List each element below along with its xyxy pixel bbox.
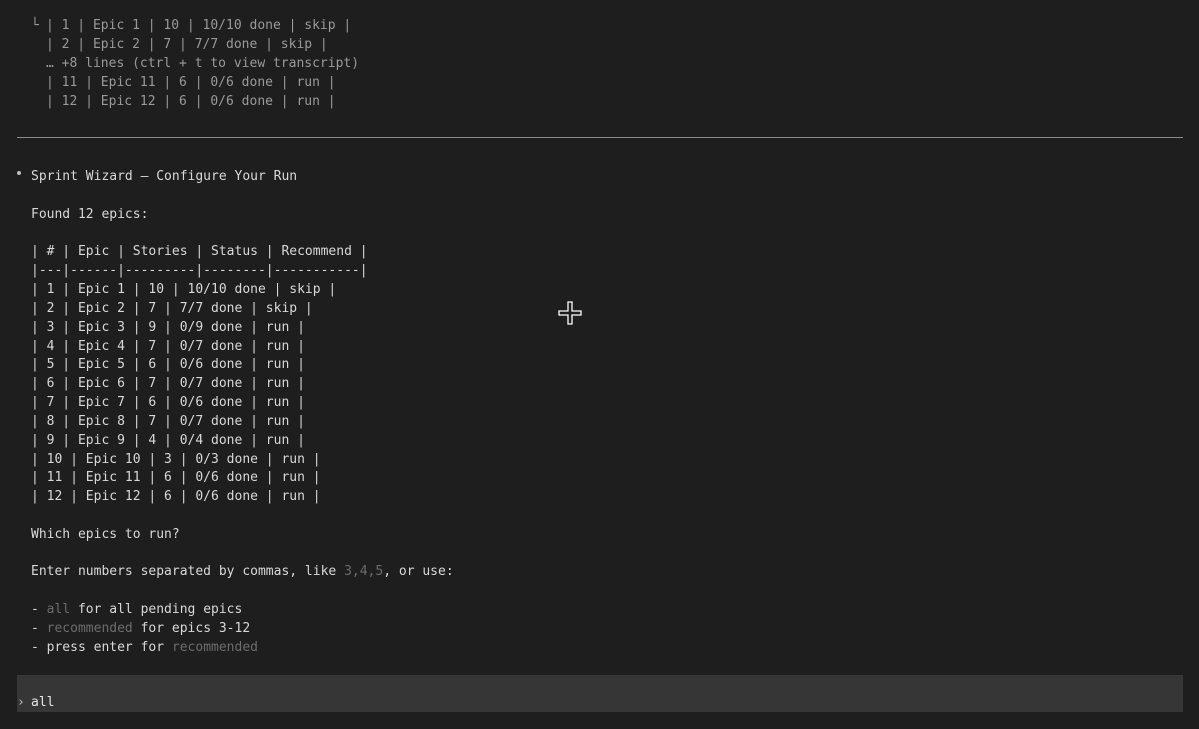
instruction-prefix: Enter numbers separated by commas, like	[31, 564, 345, 579]
table-row: | 1 | Epic 1 | 10 | 10/10 done | skip |	[31, 282, 337, 297]
option-all: - all for all pending epics	[31, 601, 242, 619]
instruction-example: 3,4,5	[344, 564, 384, 579]
table-separator: |---|------|---------|--------|---------…	[31, 263, 368, 278]
tree-glyph: └	[31, 18, 39, 33]
option-enter: - press enter for recommended	[31, 639, 258, 657]
option-keyword: recommended	[46, 621, 133, 636]
table-row: | 11 | Epic 11 | 6 | 0/6 done | run |	[31, 470, 321, 485]
option-dash: -	[31, 640, 47, 655]
instruction-text: Enter numbers separated by commas, like …	[31, 563, 454, 581]
previous-output-line: | 11 | Epic 11 | 6 | 0/6 done | run |	[46, 75, 336, 90]
previous-output-line: | 2 | Epic 2 | 7 | 7/7 done | skip |	[46, 37, 328, 52]
table-row: | 8 | Epic 8 | 7 | 0/7 done | run |	[31, 414, 305, 429]
prompt-chevron-icon: ›	[17, 695, 25, 710]
option-text: for epics 3-12	[132, 621, 251, 636]
table-row: | 4 | Epic 4 | 7 | 0/7 done | run |	[31, 339, 305, 354]
table-header: | # | Epic | Stories | Status | Recommen…	[31, 244, 368, 259]
message-title: Sprint Wizard — Configure Your Run	[31, 169, 298, 184]
option-text: press enter for	[46, 640, 172, 655]
found-epics-text: Found 12 epics:	[31, 207, 149, 222]
transcript-expand-hint[interactable]: … +8 lines (ctrl + t to view transcript)	[46, 55, 359, 73]
table-row: | 10 | Epic 10 | 3 | 0/3 done | run |	[31, 452, 321, 467]
table-row: | 3 | Epic 3 | 9 | 0/9 done | run |	[31, 320, 305, 335]
option-dash: -	[31, 602, 47, 617]
section-divider	[17, 137, 1183, 138]
table-row: | 7 | Epic 7 | 6 | 0/6 done | run |	[31, 395, 305, 410]
previous-output-line: | 1 | Epic 1 | 10 | 10/10 done | skip |	[46, 18, 352, 33]
table-row: | 5 | Epic 5 | 6 | 0/6 done | run |	[31, 357, 305, 372]
previous-output-line: | 12 | Epic 12 | 6 | 0/6 done | run |	[46, 94, 336, 109]
table-row: | 2 | Epic 2 | 7 | 7/7 done | skip |	[31, 301, 313, 316]
crosshair-cursor-icon	[558, 301, 582, 325]
table-row: | 9 | Epic 9 | 4 | 0/4 done | run |	[31, 433, 305, 448]
table-row: | 6 | Epic 6 | 7 | 0/7 done | run |	[31, 376, 305, 391]
question-text: Which epics to run?	[31, 527, 180, 542]
message-bullet-icon	[17, 171, 21, 175]
option-text: for all pending epics	[70, 602, 243, 617]
option-keyword: recommended	[171, 640, 258, 655]
table-row: | 12 | Epic 12 | 6 | 0/6 done | run |	[31, 489, 321, 504]
option-recommended: - recommended for epics 3-12	[31, 620, 250, 638]
option-keyword: all	[46, 602, 71, 617]
prompt-input[interactable]	[31, 694, 831, 712]
option-dash: -	[31, 621, 47, 636]
instruction-suffix: , or use:	[383, 564, 454, 579]
